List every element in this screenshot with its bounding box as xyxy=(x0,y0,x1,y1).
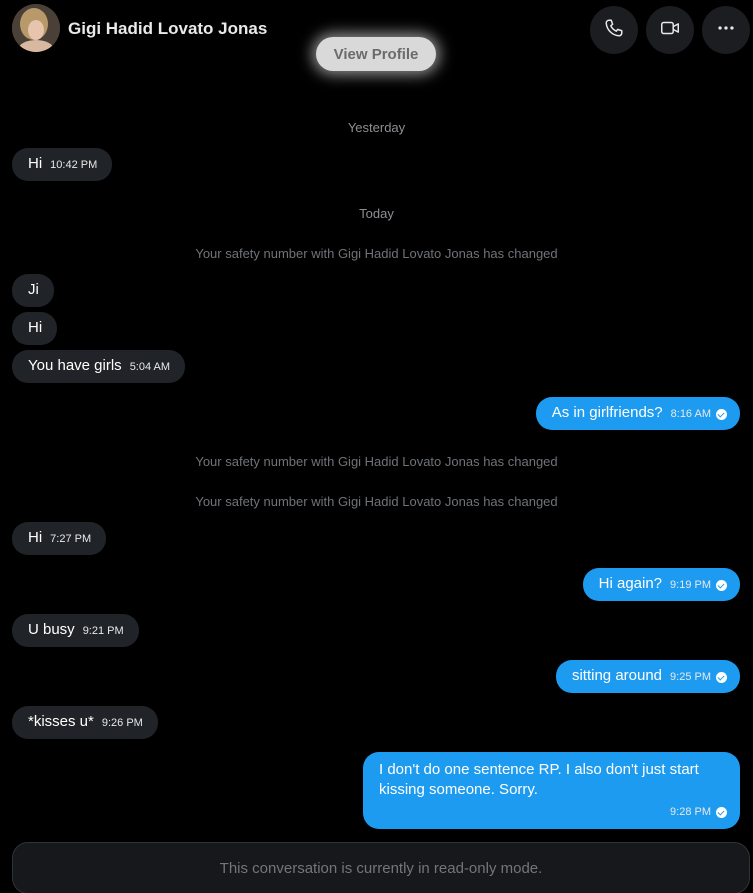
message-time-group: 9:19 PM xyxy=(670,575,727,595)
video-icon xyxy=(659,17,681,44)
message-time: 9:21 PM xyxy=(82,625,124,637)
message-time: 9:28 PM xyxy=(670,806,711,818)
avatar[interactable] xyxy=(12,4,60,52)
message-time: 9:25 PM xyxy=(670,671,711,683)
message-text: I don't do one sentence RP. I also don't… xyxy=(379,761,699,798)
phone-icon xyxy=(603,17,625,44)
date-divider-yesterday: Yesterday xyxy=(347,120,406,135)
message-text: Hi again? xyxy=(598,575,663,592)
message-outgoing[interactable]: I don't do one sentence RP. I also don't… xyxy=(363,752,740,829)
message-text: sitting around xyxy=(571,667,663,684)
safety-number-notice: Your safety number with Gigi Hadid Lovat… xyxy=(195,454,558,469)
message-time-group: 8:16 AM xyxy=(671,404,727,424)
message-outgoing[interactable]: As in girlfriends? 8:16 AM xyxy=(535,397,740,430)
video-call-button[interactable] xyxy=(646,6,694,54)
message-incoming[interactable]: You have girls 5:04 AM xyxy=(12,350,186,383)
read-receipt-icon xyxy=(716,408,727,420)
message-time: 8:16 AM xyxy=(670,408,711,420)
read-receipt-icon xyxy=(716,806,727,818)
conversation-header: Gigi Hadid Lovato Jonas View Profile xyxy=(0,0,753,80)
message-incoming[interactable]: Hi 10:42 PM xyxy=(12,148,113,181)
more-icon xyxy=(715,17,737,44)
safety-number-notice: Your safety number with Gigi Hadid Lovat… xyxy=(195,246,558,261)
message-time: 9:26 PM xyxy=(101,717,143,729)
message-incoming[interactable]: *kisses u* 9:26 PM xyxy=(12,706,158,739)
message-outgoing[interactable]: Hi again? 9:19 PM xyxy=(582,568,740,601)
message-time-group: 9:25 PM xyxy=(670,667,727,687)
message-incoming[interactable]: Hi xyxy=(12,312,58,345)
view-profile-button[interactable]: View Profile xyxy=(316,37,436,71)
read-receipt-icon xyxy=(716,579,727,591)
contact-name[interactable]: Gigi Hadid Lovato Jonas xyxy=(68,19,267,39)
message-text: Hi xyxy=(28,155,43,172)
message-text: Ji xyxy=(28,281,39,298)
message-text: As in girlfriends? xyxy=(551,404,663,421)
read-only-notice: This conversation is currently in read-o… xyxy=(12,842,750,893)
read-receipt-icon xyxy=(716,671,727,683)
message-text: Hi xyxy=(28,529,43,546)
message-incoming[interactable]: Ji xyxy=(12,274,54,307)
conversation-view: Gigi Hadid Lovato Jonas View Profile Yes… xyxy=(0,0,753,893)
message-time: 5:04 AM xyxy=(129,361,171,373)
safety-number-notice: Your safety number with Gigi Hadid Lovat… xyxy=(195,494,558,509)
message-text: Hi xyxy=(28,319,43,336)
message-text: You have girls xyxy=(28,357,122,374)
message-time-group: 9:28 PM xyxy=(387,802,727,822)
message-time: 10:42 PM xyxy=(50,159,98,171)
message-text: U busy xyxy=(28,621,75,638)
message-text: *kisses u* xyxy=(28,713,94,730)
message-incoming[interactable]: Hi 7:27 PM xyxy=(12,522,107,555)
date-divider-today: Today xyxy=(359,206,394,221)
message-outgoing[interactable]: sitting around 9:25 PM xyxy=(555,660,740,693)
message-time: 9:19 PM xyxy=(670,579,711,591)
message-incoming[interactable]: U busy 9:21 PM xyxy=(12,614,139,647)
more-options-button[interactable] xyxy=(702,6,750,54)
call-button[interactable] xyxy=(590,6,638,54)
message-time: 7:27 PM xyxy=(50,533,92,545)
